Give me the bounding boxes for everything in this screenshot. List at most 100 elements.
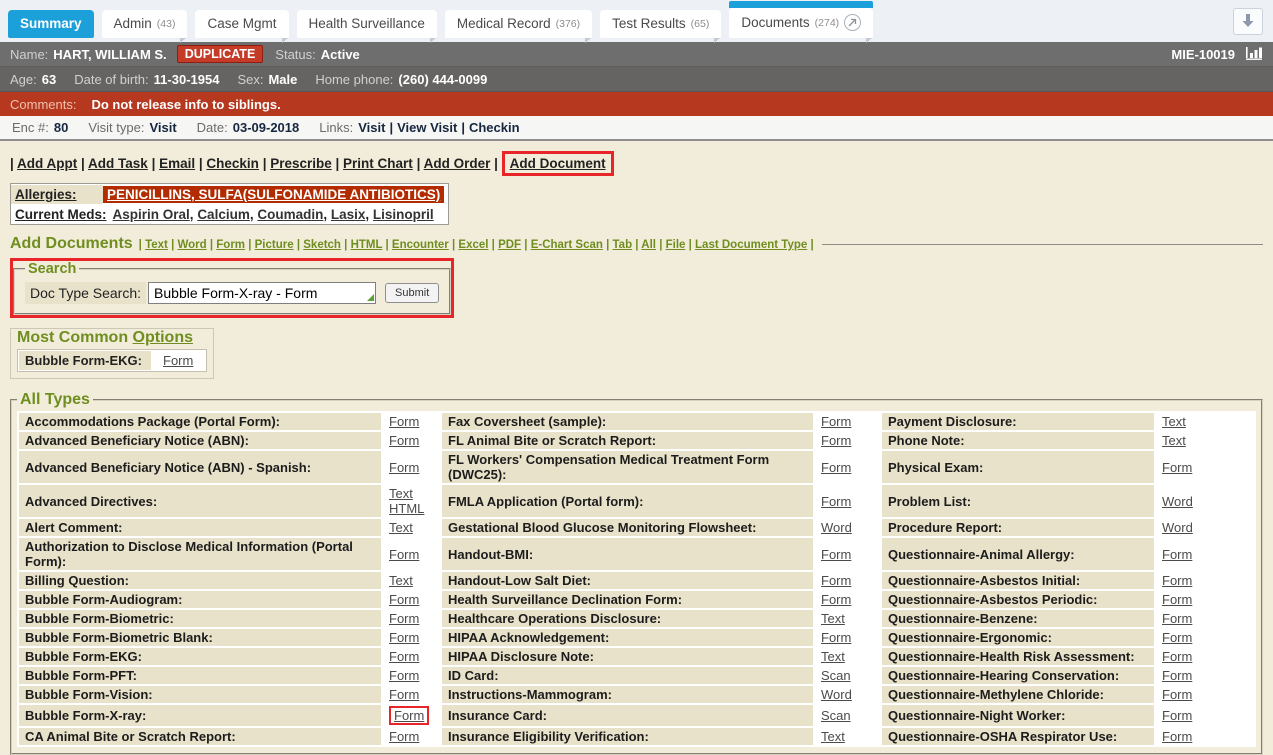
action-add-appt[interactable]: Add Appt	[17, 156, 77, 171]
doc-link-form[interactable]: Form	[1162, 547, 1192, 562]
doc-create-link-form[interactable]: Form	[216, 239, 245, 251]
enc-link-visit[interactable]: Visit	[358, 120, 385, 135]
tab-health-surveillance[interactable]: Health Surveillance	[297, 10, 437, 38]
doc-link-text[interactable]: Text	[389, 486, 413, 501]
doc-link-form[interactable]: Form	[163, 353, 193, 368]
med-link-calcium[interactable]: Calcium	[197, 207, 250, 222]
doc-link-form[interactable]: Form	[389, 460, 419, 475]
doc-type-label-bubble-form-x-ray: Bubble Form-X-ray:	[19, 705, 381, 726]
doc-create-link-word[interactable]: Word	[178, 239, 207, 251]
doc-link-cell: Form	[815, 629, 880, 646]
tab-medical-record[interactable]: Medical Record(376)	[445, 10, 592, 38]
allergies-value[interactable]: PENICILLINS, SULFA(SULFONAMIDE ANTIBIOTI…	[103, 186, 444, 203]
doc-link-scan[interactable]: Scan	[821, 668, 851, 683]
doc-link-text[interactable]: Text	[1162, 414, 1186, 429]
action-prescribe[interactable]: Prescribe	[270, 156, 332, 171]
doc-create-link-excel[interactable]: Excel	[458, 239, 488, 251]
doc-link-form[interactable]: Form	[1162, 729, 1192, 744]
doc-create-link-encounter[interactable]: Encounter	[392, 239, 449, 251]
doc-link-form[interactable]: Form	[1162, 460, 1192, 475]
doc-create-link-html[interactable]: HTML	[351, 239, 383, 251]
doc-link-form[interactable]: Form	[394, 708, 424, 723]
doc-link-form[interactable]: Form	[821, 547, 851, 562]
doc-link-form[interactable]: Form	[1162, 649, 1192, 664]
doc-type-search-input[interactable]	[148, 282, 376, 304]
doc-link-form[interactable]: Form	[821, 630, 851, 645]
doc-link-form[interactable]: Form	[821, 494, 851, 509]
action-checkin[interactable]: Checkin	[206, 156, 259, 171]
tab-test-results[interactable]: Test Results(65)	[600, 10, 721, 38]
doc-type-label-fax-coversheet-sample: Fax Coversheet (sample):	[442, 413, 813, 430]
doc-link-form[interactable]: Form	[389, 592, 419, 607]
doc-link-form[interactable]: Form	[389, 433, 419, 448]
allergies-link[interactable]: Allergies:	[15, 187, 77, 202]
doc-link-form[interactable]: Form	[821, 460, 851, 475]
tab-case-mgmt[interactable]: Case Mgmt	[195, 10, 288, 38]
doc-create-link-picture[interactable]: Picture	[255, 239, 294, 251]
doc-link-text[interactable]: Text	[821, 729, 845, 744]
doc-link-scan[interactable]: Scan	[821, 708, 851, 723]
current-meds-link[interactable]: Current Meds:	[15, 207, 107, 222]
doc-link-form[interactable]: Form	[389, 729, 419, 744]
doc-link-word[interactable]: Word	[821, 520, 852, 535]
doc-link-form[interactable]: Form	[1162, 668, 1192, 683]
doc-link-form[interactable]: Form	[821, 433, 851, 448]
doc-type-label-fl-animal-bite-or-scratch-report: FL Animal Bite or Scratch Report:	[442, 432, 813, 449]
doc-link-form[interactable]: Form	[1162, 708, 1192, 723]
doc-link-form[interactable]: Form	[389, 668, 419, 683]
doc-link-form[interactable]: Form	[1162, 573, 1192, 588]
doc-link-text[interactable]: Text	[821, 649, 845, 664]
doc-link-text[interactable]: Text	[821, 611, 845, 626]
doc-link-html[interactable]: HTML	[389, 501, 424, 516]
enc-link-checkin[interactable]: Checkin	[469, 120, 520, 135]
enc-link-view-visit[interactable]: View Visit	[397, 120, 457, 135]
doc-link-form[interactable]: Form	[389, 547, 419, 562]
tab-label: Admin	[114, 16, 152, 31]
tab-summary[interactable]: Summary	[8, 10, 94, 38]
doc-create-link-file[interactable]: File	[666, 239, 686, 251]
tab-admin[interactable]: Admin(43)	[102, 10, 188, 38]
doc-link-word[interactable]: Word	[1162, 494, 1193, 509]
med-link-lisinopril[interactable]: Lisinopril	[373, 207, 434, 222]
doc-link-form[interactable]: Form	[821, 414, 851, 429]
doc-create-link-text[interactable]: Text	[145, 239, 168, 251]
chart-id: MIE-10019	[1171, 47, 1235, 62]
popout-icon[interactable]	[844, 14, 861, 31]
bar-chart-icon[interactable]	[1245, 46, 1263, 63]
action-add-document[interactable]: Add Document	[510, 156, 606, 171]
doc-link-cell: Text	[383, 519, 440, 536]
doc-link-text[interactable]: Text	[1162, 433, 1186, 448]
action-email[interactable]: Email	[159, 156, 195, 171]
med-link-aspirin-oral[interactable]: Aspirin Oral	[113, 207, 190, 222]
doc-create-link-last-document-type[interactable]: Last Document Type	[695, 239, 807, 251]
doc-link-cell: Word	[1156, 485, 1254, 517]
doc-link-form[interactable]: Form	[821, 592, 851, 607]
doc-link-form[interactable]: Form	[389, 414, 419, 429]
doc-link-form[interactable]: Form	[389, 611, 419, 626]
doc-link-word[interactable]: Word	[1162, 520, 1193, 535]
doc-link-form[interactable]: Form	[1162, 592, 1192, 607]
action-add-order[interactable]: Add Order	[424, 156, 491, 171]
doc-link-text[interactable]: Text	[389, 520, 413, 535]
submit-button[interactable]: Submit	[385, 283, 439, 303]
most-common-options-link[interactable]: Options	[133, 329, 193, 346]
doc-link-text[interactable]: Text	[389, 573, 413, 588]
action-print-chart[interactable]: Print Chart	[343, 156, 413, 171]
doc-type-label-accommodations-package-portal-form: Accommodations Package (Portal Form):	[19, 413, 381, 430]
tab-documents[interactable]: Documents(274)	[729, 8, 873, 38]
doc-link-form[interactable]: Form	[1162, 630, 1192, 645]
doc-link-form[interactable]: Form	[389, 630, 419, 645]
doc-link-form[interactable]: Form	[389, 649, 419, 664]
action-add-task[interactable]: Add Task	[88, 156, 148, 171]
doc-link-form[interactable]: Form	[821, 573, 851, 588]
med-link-coumadin[interactable]: Coumadin	[257, 207, 323, 222]
download-button[interactable]	[1233, 8, 1263, 35]
doc-create-link-all[interactable]: All	[641, 239, 656, 251]
doc-create-link-pdf[interactable]: PDF	[498, 239, 521, 251]
med-link-lasix[interactable]: Lasix	[331, 207, 366, 222]
duplicate-badge[interactable]: DUPLICATE	[177, 45, 264, 63]
doc-link-form[interactable]: Form	[1162, 611, 1192, 626]
doc-create-link-tab[interactable]: Tab	[613, 239, 633, 251]
doc-create-link-sketch[interactable]: Sketch	[303, 239, 341, 251]
doc-create-link-e-chart-scan[interactable]: E-Chart Scan	[531, 239, 603, 251]
